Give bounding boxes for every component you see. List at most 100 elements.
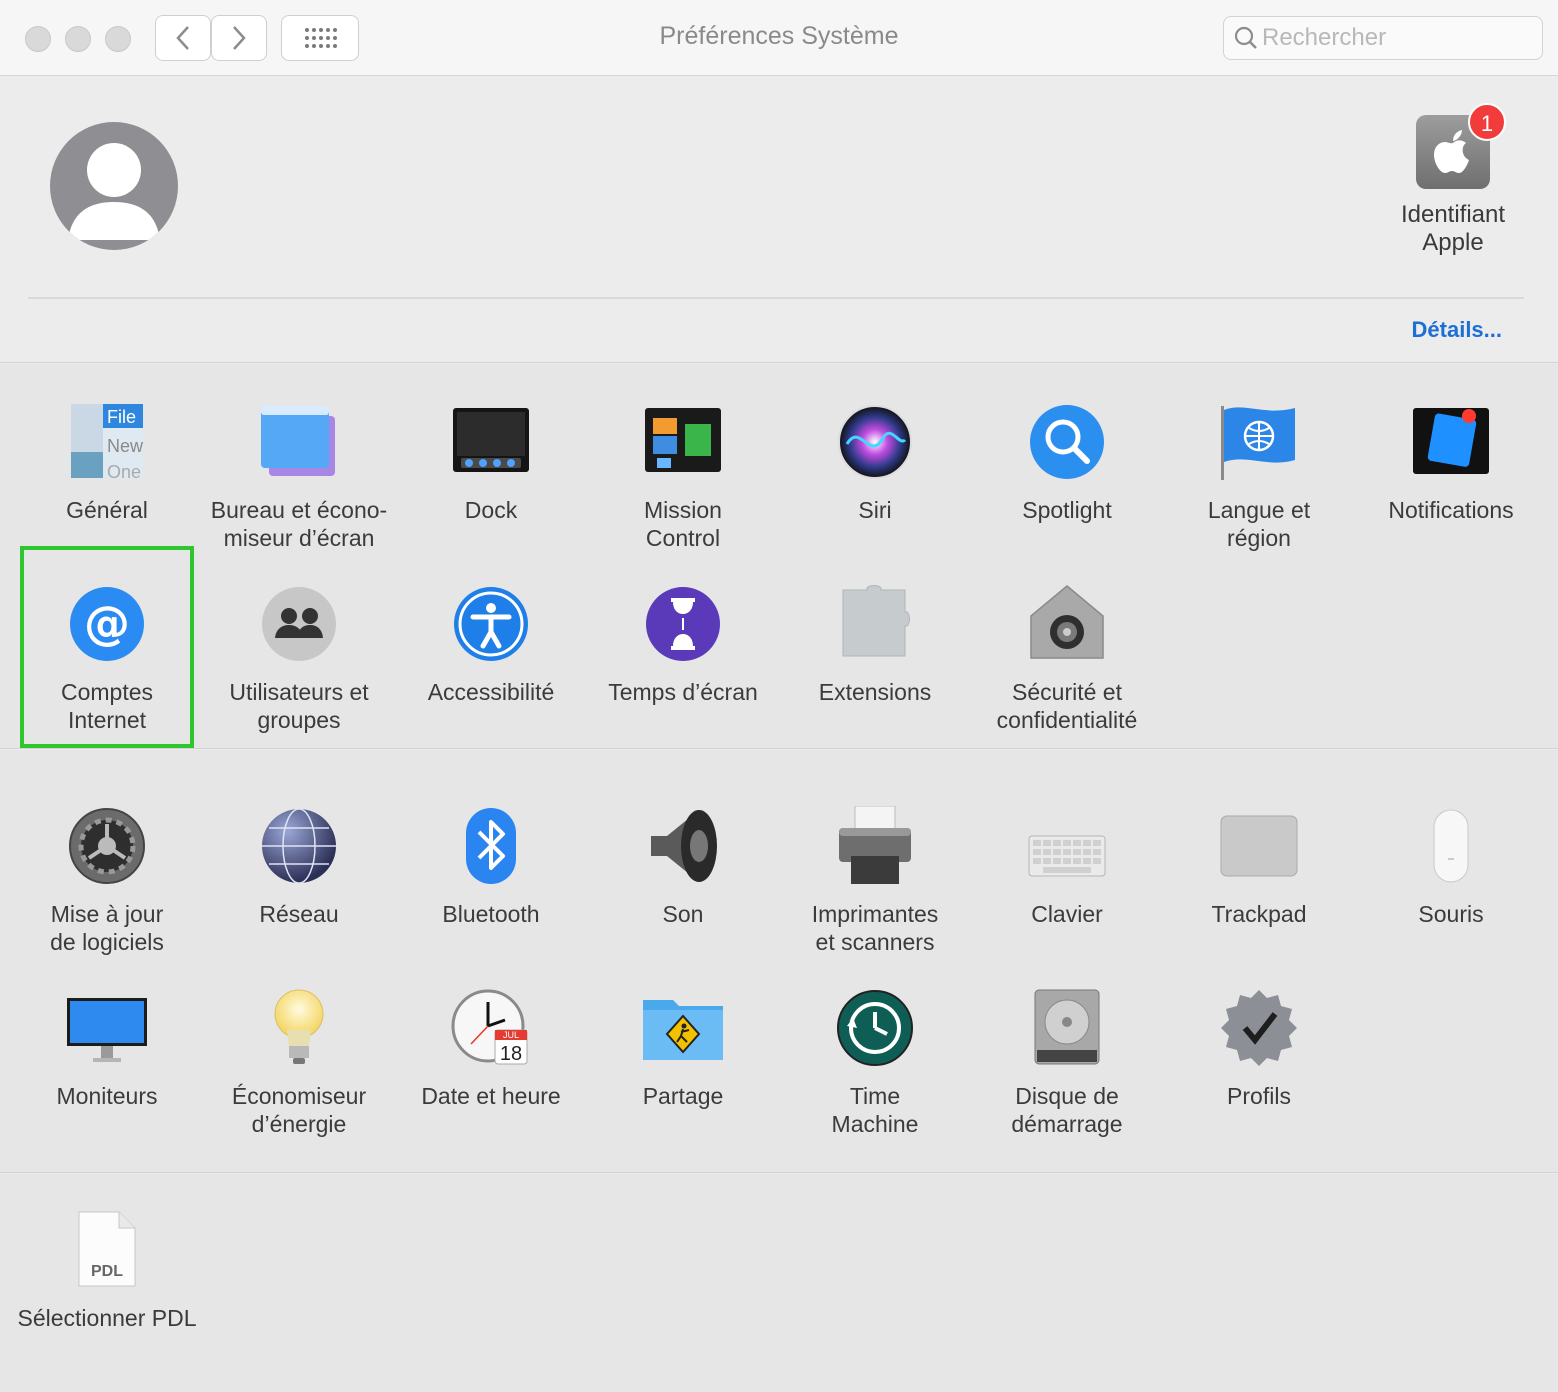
- pane-label: Économiseur: [231, 1083, 367, 1109]
- close-window-button[interactable]: [25, 26, 51, 52]
- pane-dock[interactable]: Dock: [395, 402, 587, 584]
- pane-label: Temps d’écran: [608, 679, 758, 705]
- siri-icon: [835, 402, 915, 482]
- pane-network[interactable]: Réseau: [203, 806, 395, 988]
- svg-text:New: New: [107, 436, 144, 456]
- spotlight-icon: [1027, 402, 1107, 482]
- chevron-right-icon: [233, 26, 246, 50]
- pane-energy-saver[interactable]: Économiseur d’énergie: [203, 988, 395, 1170]
- pane-general[interactable]: File New One Général: [11, 402, 203, 584]
- pane-label-line2: région: [1227, 525, 1291, 551]
- security-privacy-icon: [1027, 584, 1107, 664]
- zoom-window-button[interactable]: [105, 26, 131, 52]
- pane-accessibility[interactable]: Accessibilité: [395, 584, 587, 766]
- pane-label-line2: Machine: [831, 1111, 919, 1137]
- pane-bluetooth[interactable]: Bluetooth: [395, 806, 587, 988]
- pane-profiles[interactable]: Profils: [1163, 988, 1355, 1170]
- pane-security-privacy[interactable]: Sécurité et confidentialité: [971, 584, 1163, 766]
- pdl-file-icon: PDL: [67, 1210, 147, 1290]
- pane-screen-time[interactable]: Temps d’écran: [587, 584, 779, 766]
- svg-text:One: One: [107, 462, 141, 482]
- hardware-prefs-section: Mise à jour de logiciels Réseau Bluetooth: [0, 750, 1558, 1173]
- pane-internet-accounts[interactable]: @ Comptes Internet: [11, 584, 203, 766]
- pane-label: Spotlight: [1022, 497, 1112, 523]
- pane-mission-control[interactable]: Mission Control: [587, 402, 779, 584]
- user-avatar[interactable]: [50, 122, 178, 250]
- pane-label: Dock: [464, 497, 518, 523]
- pane-siri[interactable]: Siri: [779, 402, 971, 584]
- apple-id-pane[interactable]: 1 Identifiant Apple: [1388, 103, 1518, 257]
- extensions-icon: [835, 584, 915, 664]
- pane-label-line2: de logiciels: [50, 929, 164, 955]
- pane-displays[interactable]: Moniteurs: [11, 988, 203, 1170]
- pane-printers-scanners[interactable]: Imprimantes et scanners: [779, 805, 971, 988]
- forward-button[interactable]: [211, 15, 267, 61]
- other-prefs-section: PDL Sélectionner PDL: [0, 1174, 1558, 1392]
- pane-label: Sécurité et: [1012, 679, 1122, 705]
- pane-label: Réseau: [259, 901, 339, 927]
- details-link[interactable]: Détails...: [1380, 317, 1502, 343]
- pane-label-line2: Control: [645, 525, 721, 551]
- back-button[interactable]: [155, 15, 211, 61]
- pane-label: Langue et: [1207, 497, 1311, 523]
- mission-control-icon: [643, 402, 723, 482]
- notification-badge: 1: [1468, 103, 1506, 141]
- pane-time-machine[interactable]: Time Machine: [779, 988, 971, 1170]
- displays-icon: [67, 988, 147, 1068]
- pane-label-line2: démarrage: [1011, 1111, 1123, 1137]
- pane-mouse[interactable]: Souris: [1355, 806, 1547, 988]
- dock-icon: [451, 402, 531, 482]
- energy-saver-icon: [259, 988, 339, 1068]
- pane-label-line2: et scanners: [815, 929, 935, 955]
- printers-scanners-icon: [835, 805, 915, 886]
- pane-startup-disk[interactable]: Disque de démarrage: [971, 988, 1163, 1170]
- pane-sharing[interactable]: Partage: [587, 988, 779, 1170]
- pane-sound[interactable]: Son: [587, 806, 779, 988]
- pane-language-region[interactable]: Langue et région: [1163, 402, 1355, 584]
- pane-label: Partage: [642, 1083, 724, 1109]
- pane-software-update[interactable]: Mise à jour de logiciels: [11, 806, 203, 988]
- pane-label: Mise à jour: [50, 901, 164, 927]
- apple-id-label-line1: Identifiant: [1400, 201, 1506, 228]
- search-icon: [1234, 26, 1257, 49]
- pane-label-line2: confidentialité: [996, 707, 1138, 733]
- sound-icon: [643, 806, 723, 886]
- search-input[interactable]: [1262, 24, 1532, 52]
- pane-label: Date et heure: [421, 1083, 561, 1109]
- pane-desktop-screensaver[interactable]: Bureau et écono-miseur d’écran: [203, 402, 395, 584]
- pane-label: Imprimantes: [811, 901, 939, 927]
- pane-users-groups[interactable]: Utilisateurs et groupes: [203, 584, 395, 766]
- pane-date-time[interactable]: JUL 18 Date et heure: [395, 988, 587, 1170]
- accessibility-icon: [451, 584, 531, 664]
- pane-select-pdl[interactable]: PDL Sélectionner PDL: [11, 1210, 203, 1392]
- pane-label: Accessibilité: [427, 679, 555, 705]
- users-groups-icon: [259, 584, 339, 664]
- apple-id-label: Identifiant Apple: [1388, 201, 1518, 257]
- software-update-icon: [67, 806, 147, 886]
- trackpad-icon: [1219, 806, 1299, 886]
- show-all-button[interactable]: [281, 15, 359, 61]
- search-field[interactable]: [1223, 16, 1543, 60]
- pane-label: Son: [662, 901, 704, 927]
- pane-label: Profils: [1227, 1083, 1291, 1109]
- chevron-left-icon: [176, 26, 189, 50]
- internet-accounts-icon: @: [67, 584, 147, 664]
- svg-text:File: File: [107, 407, 136, 427]
- personal-prefs-section: File New One Général Bureau et écono-mis…: [0, 364, 1558, 749]
- pane-trackpad[interactable]: Trackpad: [1163, 806, 1355, 988]
- pane-label: Trackpad: [1211, 901, 1307, 927]
- pane-extensions[interactable]: Extensions: [779, 584, 971, 766]
- sharing-icon: [643, 988, 723, 1068]
- pane-label: Bluetooth: [442, 901, 540, 927]
- apple-id-label-line2: Apple: [1422, 229, 1484, 256]
- pane-label: Clavier: [1031, 901, 1103, 927]
- pane-notifications[interactable]: Notifications: [1355, 402, 1547, 584]
- grid-icon: [305, 28, 337, 48]
- pane-spotlight[interactable]: Spotlight: [971, 402, 1163, 584]
- pane-keyboard[interactable]: Clavier: [971, 806, 1163, 988]
- svg-text:PDL: PDL: [91, 1263, 123, 1280]
- apple-logo-icon: [1434, 130, 1469, 173]
- screen-time-icon: [643, 584, 723, 664]
- svg-text:JUL: JUL: [503, 1030, 519, 1040]
- minimize-window-button[interactable]: [65, 26, 91, 52]
